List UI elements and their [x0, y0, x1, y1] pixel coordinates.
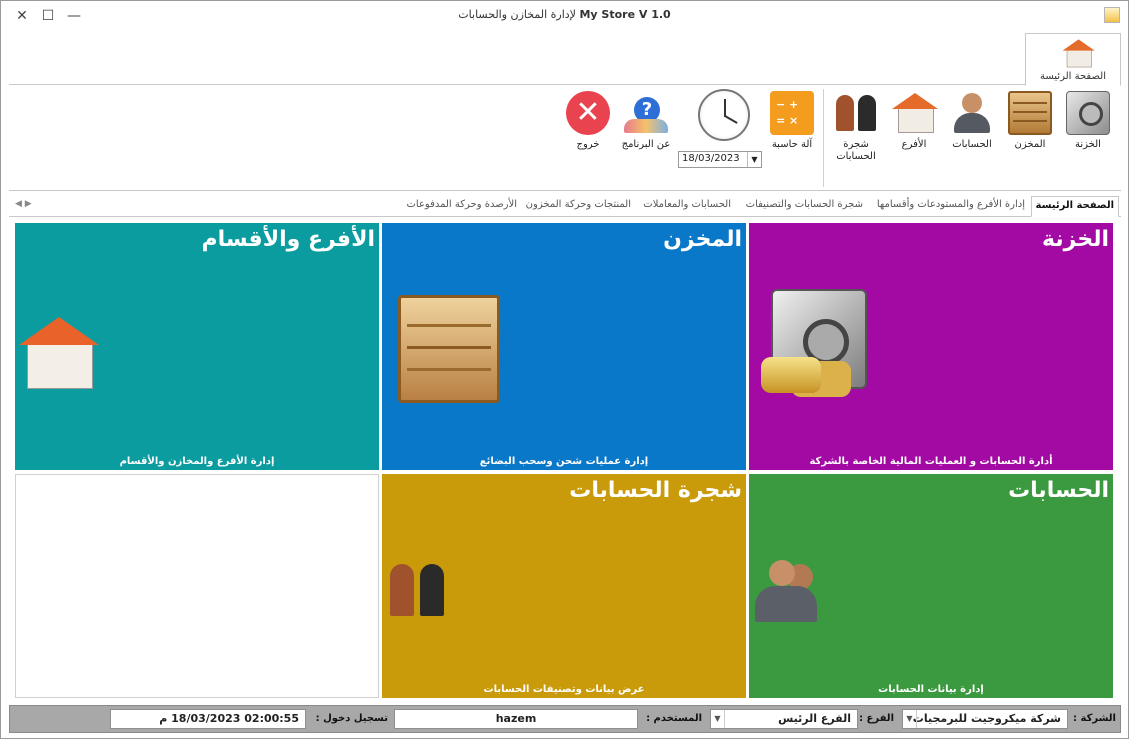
- user-label: المستخدم :: [646, 713, 702, 724]
- ribbon-accounts-label: الحسابات: [952, 139, 992, 150]
- chevron-down-icon[interactable]: ▼: [747, 152, 761, 167]
- branch-select[interactable]: الفرع الرئيس ▼: [710, 709, 858, 729]
- login-time-value: 02:00:55 18/03/2023 م: [159, 712, 299, 725]
- ribbon-body: الخزنة المخزن الحسابات الأفرع شجرة الحسا…: [9, 85, 1121, 191]
- safe-icon: [761, 289, 867, 393]
- tab-scroll-arrows[interactable]: ◀ ▶: [15, 199, 32, 209]
- status-bar: الشركة : شركة ميكروجيت للبرمجيات ▼ الفرع…: [9, 705, 1121, 733]
- about-icon: [624, 91, 668, 135]
- exit-icon: [566, 91, 610, 135]
- user-field: hazem: [394, 709, 638, 729]
- tile-branches-desc: إدارة الأفرع والمخازن والأقسام: [119, 456, 275, 467]
- doc-tab-products[interactable]: المنتجات وحركة المخزون: [526, 199, 631, 210]
- chevron-down-icon[interactable]: ▼: [903, 710, 917, 728]
- accounts-tree-icon: [834, 91, 878, 135]
- ribbon-clock: [693, 87, 755, 145]
- window-title-app: My Store V 1.0: [579, 8, 671, 21]
- doc-tab-branches[interactable]: إدارة الأفرع والمستودعات وأقسامها: [877, 199, 1025, 210]
- company-value: شركة ميكروجيت للبرمجيات: [912, 712, 1061, 725]
- branch-value: الفرع الرئيس: [778, 712, 851, 725]
- ribbon-warehouse-button[interactable]: المخزن: [1003, 89, 1057, 151]
- ribbon-exit-button[interactable]: خروج: [561, 89, 615, 151]
- tile-warehouse-desc: إدارة عمليات شحن وسحب البضائع: [479, 456, 649, 467]
- tile-warehouse[interactable]: المخزن إدارة عمليات شحن وسحب البضائع: [382, 223, 746, 470]
- tile-accounts-tree-title: شجرة الحسابات: [569, 478, 742, 503]
- login-label: تسجيل دخول :: [315, 713, 388, 724]
- accounts-icon: [755, 560, 817, 622]
- tile-safe-title: الخزنة: [1042, 227, 1109, 252]
- ribbon-calculator-label: آلة حاسبة: [771, 139, 813, 150]
- window-title: My Store V 1.0 لإدارة المخازن والحسابات: [1, 8, 1128, 21]
- tile-branches[interactable]: الأفرع والأقسام إدارة الأفرع والمخازن وا…: [15, 223, 379, 470]
- tile-safe[interactable]: الخزنة أدارة الحسابات و العمليات المالية…: [749, 223, 1113, 470]
- ribbon-tab-row: الصفحة الرئيسة: [9, 31, 1121, 86]
- ribbon-about-button[interactable]: عن البرنامج: [617, 89, 675, 151]
- ribbon-about-label: عن البرنامج: [621, 139, 671, 150]
- date-picker[interactable]: 18/03/2023 ▼: [678, 151, 762, 168]
- ribbon-accounts-tree-button[interactable]: شجرة الحسابات: [829, 89, 883, 163]
- box-icon: [398, 295, 500, 403]
- ribbon-accounts-tree-label: شجرة الحسابات: [836, 139, 876, 162]
- ribbon-safe-label: الخزنة: [1075, 139, 1101, 150]
- window-title-subtitle: لإدارة المخازن والحسابات: [458, 8, 576, 21]
- ribbon-branches-label: الأفرع: [901, 139, 927, 150]
- ribbon-branches-button[interactable]: الأفرع: [887, 89, 941, 151]
- tile-accounts-title: الحسابات: [1008, 478, 1109, 503]
- ribbon-calculator-button[interactable]: آلة حاسبة: [765, 89, 819, 151]
- app-icon: [1104, 7, 1120, 23]
- ribbon-tab-home-label: الصفحة الرئيسة: [1040, 71, 1106, 82]
- user-value: hazem: [495, 712, 537, 725]
- doc-tab-balances[interactable]: الأرصدة وحركة المدفوعات: [406, 199, 517, 210]
- house-icon: [19, 317, 99, 389]
- ribbon-tab-home[interactable]: الصفحة الرئيسة: [1025, 33, 1121, 86]
- company-label: الشركة :: [1073, 713, 1116, 724]
- app-window: ✕ ☐ — My Store V 1.0 لإدارة المخازن والح…: [0, 0, 1129, 739]
- branch-label: الفرع :: [859, 713, 894, 724]
- safe-icon: [1066, 91, 1110, 135]
- tile-accounts-desc: إدارة بيانات الحسابات: [878, 684, 984, 695]
- date-picker-value: 18/03/2023: [682, 153, 740, 164]
- chevron-down-icon[interactable]: ▼: [711, 710, 725, 728]
- doc-tab-accounts-tree[interactable]: شجرة الحسابات والتصنيفات: [746, 199, 863, 210]
- ribbon-warehouse-label: المخزن: [1014, 139, 1046, 150]
- tile-warehouse-title: المخزن: [663, 227, 742, 252]
- home-icon: [1062, 38, 1095, 68]
- login-time-field: 02:00:55 18/03/2023 م: [110, 709, 306, 729]
- tile-accounts[interactable]: الحسابات إدارة بيانات الحسابات: [749, 474, 1113, 698]
- doc-tab-accounts[interactable]: الحسابات والمعاملات: [643, 199, 731, 210]
- ribbon-exit-label: خروج: [576, 139, 600, 150]
- house-icon: [892, 91, 938, 135]
- calculator-icon: [770, 91, 814, 135]
- accounts-tree-icon: [384, 562, 448, 618]
- ribbon-accounts-button[interactable]: الحسابات: [945, 89, 999, 151]
- clock-icon: [698, 89, 750, 141]
- tile-accounts-tree-desc: عرض بيانات وتصنيفات الحسابات: [483, 684, 645, 695]
- tile-empty: [15, 474, 379, 698]
- accounts-icon: [950, 91, 994, 135]
- tile-branches-title: الأفرع والأقسام: [201, 227, 375, 252]
- box-icon: [1008, 91, 1052, 135]
- tile-accounts-tree[interactable]: شجرة الحسابات عرض بيانات وتصنيفات الحساب…: [382, 474, 746, 698]
- doc-tab-home[interactable]: الصفحة الرئيسة: [1030, 196, 1119, 217]
- ribbon-group-separator: [823, 89, 824, 187]
- ribbon-safe-button[interactable]: الخزنة: [1061, 89, 1115, 151]
- tile-safe-desc: أدارة الحسابات و العمليات المالية الخاصة…: [809, 456, 1053, 467]
- company-select[interactable]: شركة ميكروجيت للبرمجيات ▼: [902, 709, 1068, 729]
- title-bar: ✕ ☐ — My Store V 1.0 لإدارة المخازن والح…: [1, 1, 1128, 31]
- document-tabs: الصفحة الرئيسة إدارة الأفرع والمستودعات …: [9, 195, 1121, 217]
